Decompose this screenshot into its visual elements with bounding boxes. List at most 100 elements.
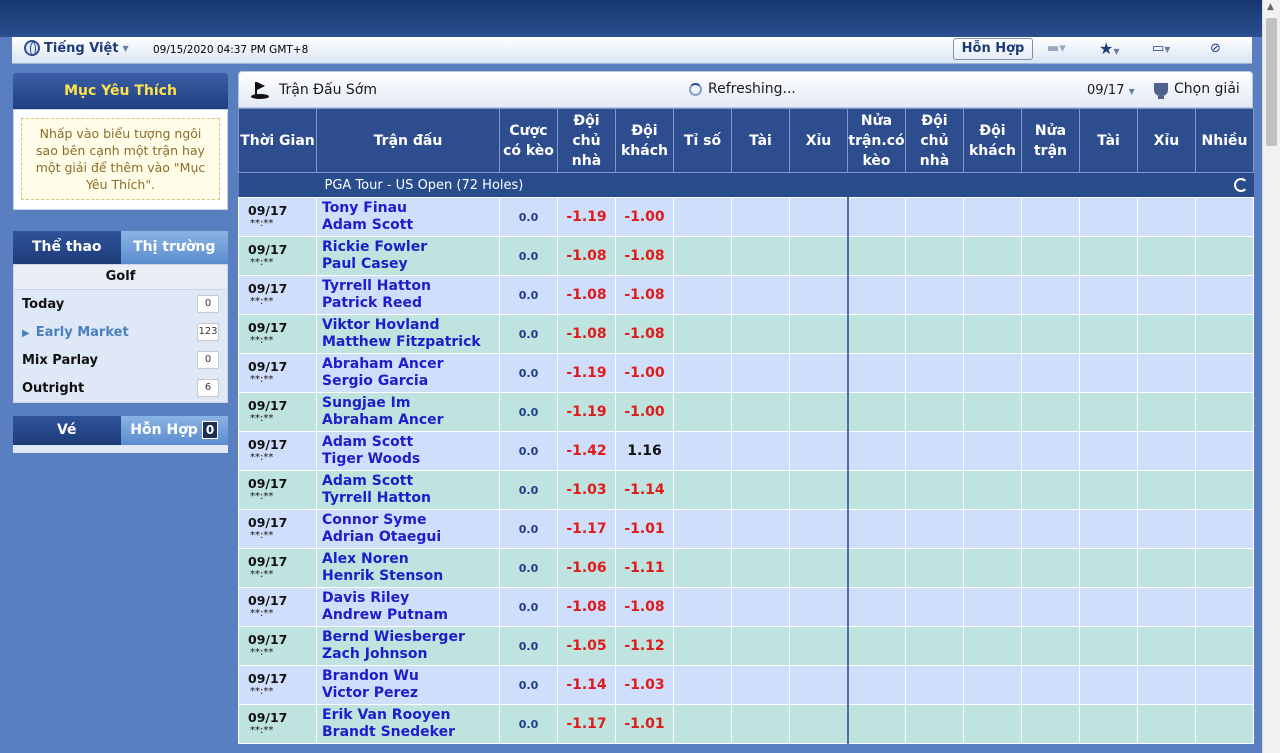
half-cell: [1021, 470, 1080, 510]
more-cell: [1195, 236, 1254, 276]
odds-add-icon[interactable]: ▬▾: [1047, 41, 1066, 56]
away-team: Tiger Woods: [322, 451, 421, 467]
more-cell: [1195, 626, 1254, 666]
half-cell: [1021, 275, 1080, 315]
tab-mixed[interactable]: Hỗn Hợp 0: [120, 416, 228, 445]
col-handicap: Cược có kèo: [499, 108, 558, 173]
sound-off-icon[interactable]: ⊘: [1210, 41, 1221, 56]
home-odds[interactable]: -1.08: [557, 236, 616, 276]
away-odds[interactable]: -1.08: [615, 236, 674, 276]
away-odds[interactable]: -1.00: [615, 197, 674, 237]
home-odds[interactable]: -1.17: [557, 704, 616, 744]
globe-icon: [24, 40, 40, 56]
date-selector[interactable]: 09/17 ▼: [1087, 83, 1135, 98]
more-cell: [1195, 665, 1254, 705]
under-cell: [789, 704, 848, 744]
half-home-cell: [905, 392, 964, 432]
mixed-parlay-button[interactable]: Hỗn Hợp: [953, 38, 1033, 60]
view-layout-icon[interactable]: ▭▼: [1152, 41, 1170, 56]
over-cell: [731, 353, 790, 393]
under-cell: [789, 392, 848, 432]
table-row: 09/17 **:** Abraham Ancer Sergio Garcia 0.0-…: [238, 353, 1254, 393]
away-odds[interactable]: -1.14: [615, 470, 674, 510]
home-odds[interactable]: -1.19: [557, 353, 616, 393]
market-label: Mix Parlay: [22, 352, 98, 368]
home-odds[interactable]: -1.03: [557, 470, 616, 510]
refresh-status[interactable]: Refreshing...: [689, 81, 796, 97]
home-odds[interactable]: -1.05: [557, 626, 616, 666]
away-odds[interactable]: -1.01: [615, 509, 674, 549]
score-cell: [673, 587, 732, 627]
half-away-cell: [963, 236, 1022, 276]
scroll-thumb[interactable]: [1266, 18, 1277, 146]
away-odds[interactable]: -1.08: [615, 275, 674, 315]
page-scrollbar[interactable]: ▲: [1262, 0, 1280, 753]
col-half-over: Tài: [1079, 108, 1138, 173]
away-odds[interactable]: -1.12: [615, 626, 674, 666]
home-odds[interactable]: -1.19: [557, 197, 616, 237]
col-half-under: Xỉu: [1137, 108, 1196, 173]
over-cell: [731, 509, 790, 549]
half-over-cell: [1079, 704, 1138, 744]
more-cell: [1195, 470, 1254, 510]
handicap-value: 0.0: [499, 626, 558, 666]
away-odds[interactable]: -1.01: [615, 704, 674, 744]
match-teams: Tyrrell Hatton Patrick Reed: [316, 275, 500, 315]
home-odds[interactable]: -1.06: [557, 548, 616, 588]
half-home-cell: [905, 314, 964, 354]
away-team: Victor Perez: [322, 685, 419, 701]
score-cell: [673, 197, 732, 237]
half-cell: [1021, 665, 1080, 705]
col-half-away: Đội khách: [963, 108, 1022, 173]
match-time: 09/17 **:**: [238, 704, 317, 744]
market-item-today[interactable]: Today 0: [14, 290, 227, 318]
match-teams: Bernd Wiesberger Zach Johnson: [316, 626, 500, 666]
home-odds[interactable]: -1.08: [557, 587, 616, 627]
refresh-icon[interactable]: [1233, 177, 1248, 192]
home-odds[interactable]: -1.17: [557, 509, 616, 549]
away-odds[interactable]: -1.08: [615, 314, 674, 354]
score-cell: [673, 275, 732, 315]
table-row: 09/17 **:** Erik Van Rooyen Brandt Snedeker…: [238, 704, 1254, 744]
half-over-cell: [1079, 314, 1138, 354]
match-teams: Viktor Hovland Matthew Fitzpatrick: [316, 314, 500, 354]
under-cell: [789, 665, 848, 705]
market-item-outright[interactable]: Outright 6: [14, 374, 227, 402]
handicap-value: 0.0: [499, 197, 558, 237]
home-odds[interactable]: -1.42: [557, 431, 616, 471]
home-odds[interactable]: -1.08: [557, 314, 616, 354]
market-item-mix-parlay[interactable]: Mix Parlay 0: [14, 346, 227, 374]
match-teams: Davis Riley Andrew Putnam: [316, 587, 500, 627]
tab-market[interactable]: Thị trường: [120, 231, 228, 264]
match-time: 09/17 **:**: [238, 392, 317, 432]
tab-sports[interactable]: Thể thao: [13, 231, 121, 264]
scroll-up-arrow-icon[interactable]: ▲: [1267, 2, 1274, 12]
home-odds[interactable]: -1.14: [557, 665, 616, 705]
half-under-cell: [1137, 275, 1196, 315]
col-away: Đội khách: [615, 108, 674, 173]
over-cell: [731, 587, 790, 627]
match-time: 09/17 **:**: [238, 626, 317, 666]
away-odds[interactable]: -1.03: [615, 665, 674, 705]
away-odds[interactable]: -1.00: [615, 392, 674, 432]
away-odds[interactable]: -1.08: [615, 587, 674, 627]
under-cell: [789, 275, 848, 315]
home-odds[interactable]: -1.19: [557, 392, 616, 432]
market-item-early-market[interactable]: ▶ Early Market 123: [14, 318, 227, 346]
market-count: 6: [197, 379, 219, 397]
odds-table: Thời Gian Trận đấu Cược có kèo Đội chủ nhà…: [238, 108, 1254, 744]
half-under-cell: [1137, 704, 1196, 744]
over-cell: [731, 431, 790, 471]
home-odds[interactable]: -1.08: [557, 275, 616, 315]
away-odds[interactable]: -1.00: [615, 353, 674, 393]
choose-league-button[interactable]: Chọn giải: [1154, 81, 1240, 99]
star-icon[interactable]: ★▼: [1099, 39, 1120, 58]
tab-ticket[interactable]: Vé: [13, 416, 121, 445]
half-home-cell: [905, 626, 964, 666]
half-handicap-cell: [846, 236, 906, 276]
home-team: Erik Van Rooyen: [322, 707, 451, 723]
away-odds[interactable]: -1.11: [615, 548, 674, 588]
away-odds[interactable]: 1.16: [615, 431, 674, 471]
language-selector[interactable]: Tiếng Việt ▼: [24, 40, 129, 56]
handicap-value: 0.0: [499, 509, 558, 549]
